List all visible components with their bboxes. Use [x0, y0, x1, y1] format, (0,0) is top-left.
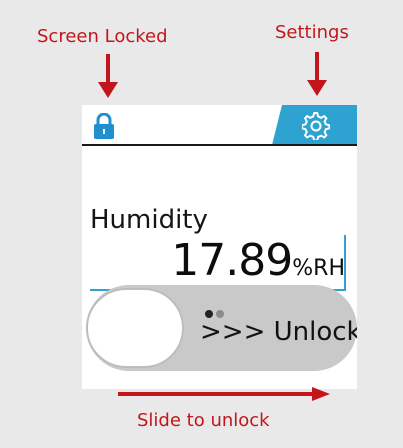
arrow-right-icon	[118, 387, 330, 401]
humidity-label: Humidity	[90, 205, 208, 235]
arrow-down-icon	[307, 52, 327, 96]
value-frame-right	[344, 235, 346, 289]
humidity-value-panel: 17.89%RH	[82, 233, 357, 293]
slide-to-unlock-annotation: Slide to unlock	[137, 410, 270, 431]
device-screen: Humidity 17.89%RH >>> Unlock	[82, 105, 357, 389]
settings-annotation: Settings	[275, 22, 349, 43]
arrow-down-icon	[98, 54, 118, 98]
top-bar-divider	[82, 144, 357, 146]
screen-locked-annotation: Screen Locked	[37, 26, 168, 47]
gear-icon[interactable]	[302, 112, 330, 140]
unlock-label: >>> Unlock	[200, 317, 357, 347]
lock-icon[interactable]	[94, 113, 114, 139]
humidity-value: 17.89%RH	[171, 235, 345, 286]
unlock-slider-knob[interactable]	[86, 288, 184, 368]
humidity-number: 17.89	[171, 235, 293, 286]
top-bar	[82, 105, 357, 146]
humidity-unit: %RH	[292, 256, 345, 281]
